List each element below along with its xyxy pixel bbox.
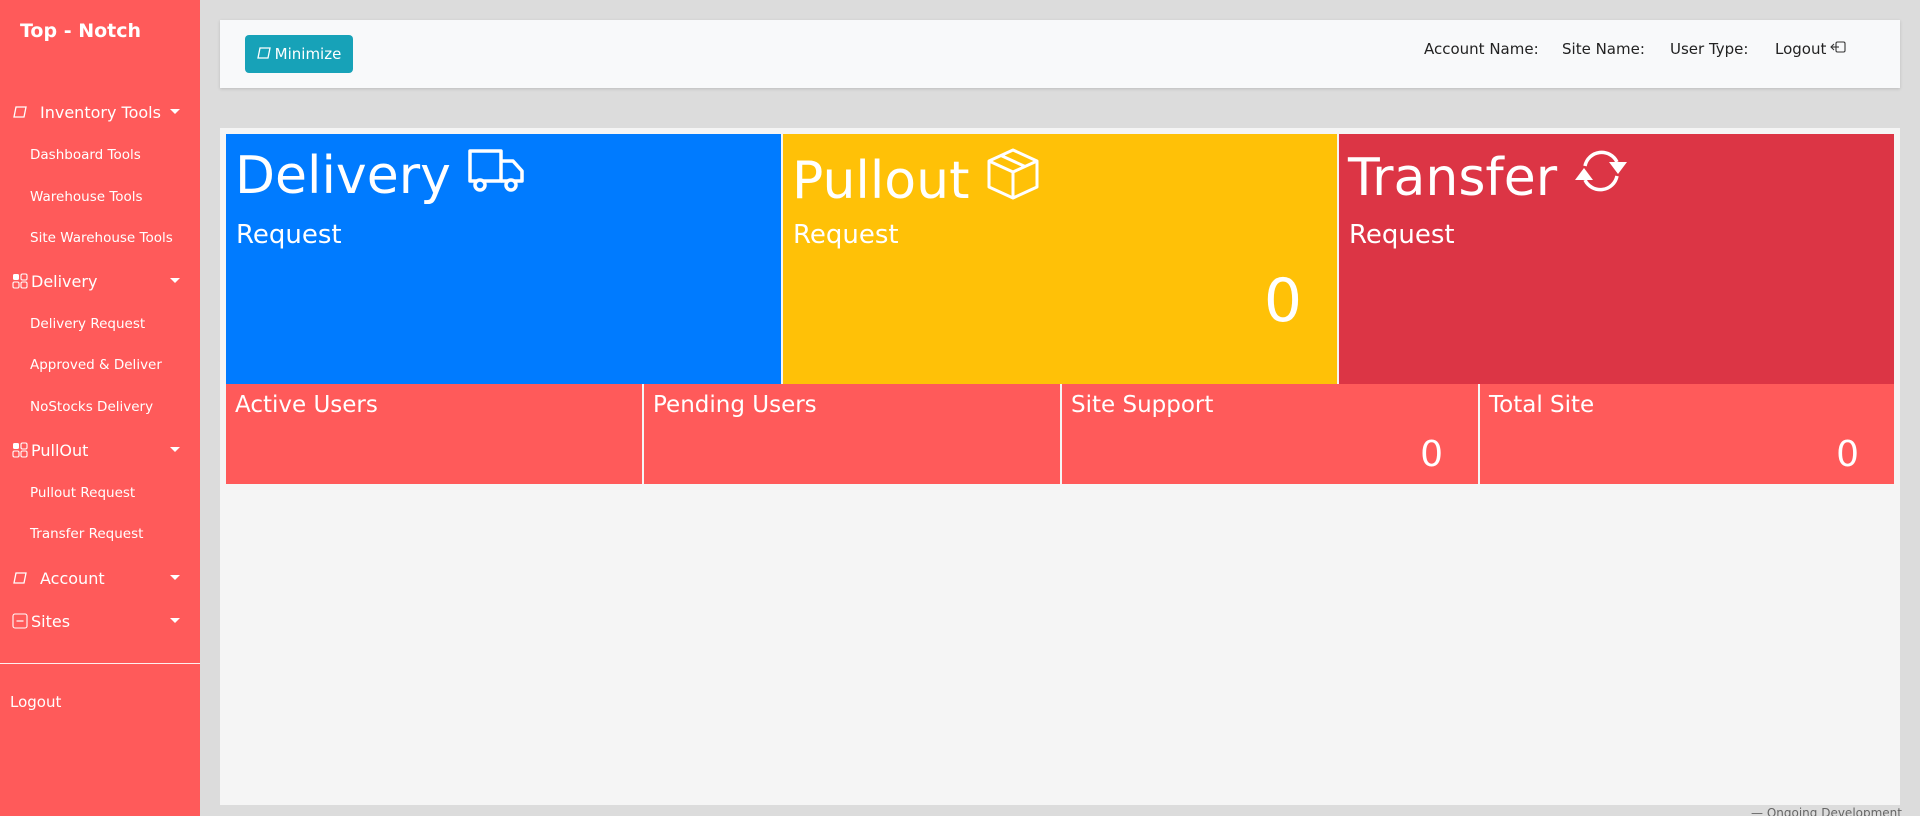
sidebar-group-label: Inventory Tools [40,102,161,122]
grid-check-icon [10,440,30,460]
site-support-card[interactable]: Site Support 0 [1062,384,1478,484]
stat-label: Total Site [1489,392,1595,418]
logout-icon [1830,40,1846,58]
sidebar-item-nostocks-delivery[interactable]: NoStocks Delivery [30,399,153,415]
sidebar-group-label: Delivery [31,271,98,291]
minus-square-icon [10,611,30,631]
minimize-button[interactable]: Minimize [245,35,353,73]
delivery-title: Delivery [235,146,451,206]
sidebar-item-transfer-request[interactable]: Transfer Request [30,526,143,542]
sidebar-item-warehouse-tools[interactable]: Warehouse Tools [30,189,143,205]
box-icon [985,146,1041,215]
sidebar-item-pullout-request[interactable]: Pullout Request [30,485,135,501]
grid-check-icon [10,271,30,291]
caret-down-icon [170,575,180,580]
sidebar-group-label: PullOut [31,440,89,460]
user-type-label: User Type: [1670,40,1749,58]
sidebar-group-account[interactable]: Account [0,563,200,593]
card-subtitle: Request [236,220,342,250]
sidebar-item-approved-deliver[interactable]: Approved & Deliver [30,357,162,373]
card-subtitle: Request [793,220,899,250]
top-header: Minimize Account Name: Site Name: User T… [220,20,1900,88]
square-outline-icon [10,568,30,588]
sidebar-divider [0,663,200,664]
header-logout-link[interactable]: Logout [1775,40,1846,58]
sidebar-item-site-warehouse-tools[interactable]: Site Warehouse Tools [30,230,173,246]
transfer-title: Transfer [1348,147,1558,208]
card-title: Transfer [1348,146,1629,209]
sidebar-group-label: Sites [31,611,71,631]
stat-label: Pending Users [653,392,817,418]
square-outline-icon [10,102,30,122]
brand-logo: Top - Notch [20,20,142,42]
sidebar-group-sites[interactable]: Sites [0,606,200,636]
square-outline-icon [256,45,271,63]
caret-down-icon [170,109,180,114]
main-content: Delivery Request Pullout Request 0 Trans… [220,128,1900,805]
card-title: Pullout [792,146,1041,215]
stat-count: 0 [1420,434,1443,475]
sidebar-group-delivery[interactable]: Delivery [0,266,200,296]
sidebar-group-pullout[interactable]: PullOut [0,435,200,465]
stat-count: 0 [1836,434,1859,475]
stat-label: Active Users [235,392,378,418]
site-name-label: Site Name: [1562,40,1645,58]
account-name-label: Account Name: [1424,40,1539,58]
sidebar-item-delivery-request[interactable]: Delivery Request [30,316,145,332]
stat-label: Site Support [1071,392,1214,418]
pending-users-card[interactable]: Pending Users [644,384,1060,484]
card-count: 0 [1263,266,1302,336]
card-title: Delivery [235,146,525,206]
sidebar-group-inventory-tools[interactable]: Inventory Tools [0,97,200,127]
total-site-card[interactable]: Total Site 0 [1480,384,1894,484]
header-logout-label: Logout [1775,40,1827,58]
sidebar: Top - Notch Inventory Tools Dashboard To… [0,0,200,816]
minimize-label: Minimize [274,45,342,63]
refresh-icon [1573,146,1629,209]
transfer-request-card[interactable]: Transfer Request [1339,134,1894,384]
footer-note: — Ongoing Development [1751,806,1902,816]
card-subtitle: Request [1349,220,1455,250]
pullout-request-card[interactable]: Pullout Request 0 [783,134,1337,384]
sidebar-group-label: Account [40,568,105,588]
truck-icon [467,146,525,206]
caret-down-icon [170,278,180,283]
active-users-card[interactable]: Active Users [226,384,642,484]
pullout-title: Pullout [792,150,970,211]
delivery-request-card[interactable]: Delivery Request [226,134,781,384]
sidebar-logout-link[interactable]: Logout [10,693,61,711]
sidebar-item-dashboard-tools[interactable]: Dashboard Tools [30,147,141,163]
caret-down-icon [170,447,180,452]
caret-down-icon [170,618,180,623]
